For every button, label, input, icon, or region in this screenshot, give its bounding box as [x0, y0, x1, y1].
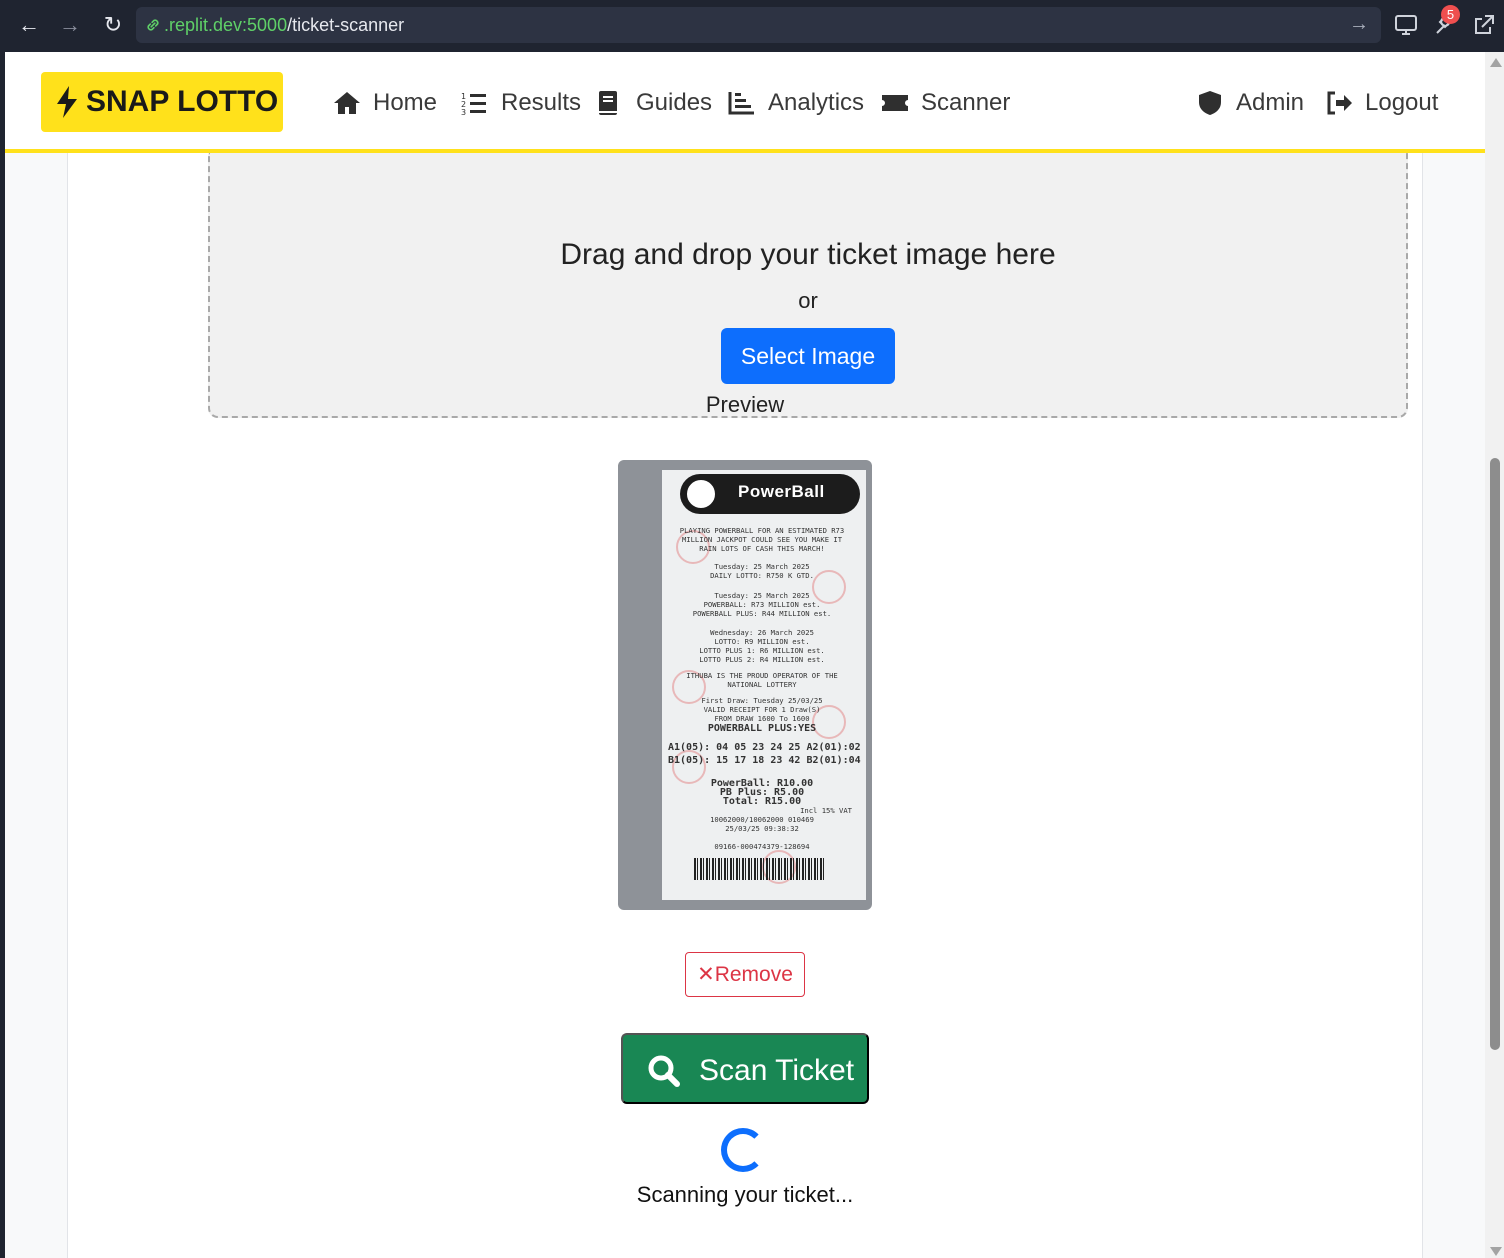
receipt-line: B1(05): 15 17 18 23 42 B2(01):04 [668, 755, 861, 766]
ticket-icon [882, 95, 908, 111]
receipt-line: MILLION JACKPOT COULD SEE YOU MAKE IT [681, 535, 843, 544]
receipt-line: DAILY LOTTO: R750 K GTD. [710, 571, 814, 580]
svg-text:3: 3 [461, 108, 466, 116]
page-viewport: Drag and drop your ticket image here or … [5, 52, 1485, 1258]
receipt-line: POWERBALL: R73 MILLION est. [703, 600, 821, 609]
powerball-logo-text: PowerBall [738, 482, 825, 501]
brand-logo[interactable]: SNAP LOTTO [41, 72, 283, 132]
scroll-down-icon[interactable] [1490, 1247, 1502, 1256]
receipt-line: LOTTO PLUS 2: R4 MILLION est. [699, 655, 825, 664]
main-navbar: SNAP LOTTO Home 123 Results Guides Analy… [5, 52, 1485, 153]
shield-icon [1199, 91, 1221, 115]
chart-line-icon [728, 92, 754, 115]
link-icon [147, 19, 159, 31]
receipt-line: Wednesday: 26 March 2025 [710, 628, 814, 637]
receipt-line: Tuesday: 25 March 2025 [714, 591, 810, 600]
address-bar[interactable]: .replit.dev:5000/ticket-scanner → [136, 7, 1381, 43]
receipt-line: 25/03/25 09:38:32 [725, 824, 799, 833]
scan-ticket-label: Scan Ticket [699, 1054, 855, 1087]
scrollbar-thumb[interactable] [1490, 458, 1500, 1050]
receipt-line: A1(05): 04 05 23 24 25 A2(01):02 [668, 742, 861, 753]
receipt-line: Incl 15% VAT [800, 806, 852, 815]
receipt-line: PLAYING POWERBALL FOR AN ESTIMATED R73 [679, 526, 845, 535]
go-arrow-icon[interactable]: → [1349, 13, 1369, 36]
drop-zone-text: Drag and drop your ticket image here [560, 238, 1056, 271]
ticket-preview-image: PowerBall PLAYING POWERBALL FOR AN ESTIM… [618, 460, 872, 910]
close-icon: ✕ [697, 963, 715, 986]
drop-zone[interactable]: Drag and drop your ticket image here or … [208, 152, 1408, 418]
powerball-header: PowerBall [680, 474, 860, 514]
home-icon [334, 92, 360, 114]
vertical-scrollbar[interactable] [1485, 52, 1504, 1258]
browser-toolbar: ← → ↻ .replit.dev:5000/ticket-scanner → … [0, 0, 1504, 52]
search-icon [648, 1055, 680, 1087]
receipt-line: 09166-000474379-128694 [714, 842, 810, 851]
receipt-line: Tuesday: 25 March 2025 [714, 562, 810, 571]
receipt-line: First Draw: Tuesday 25/03/25 [701, 696, 823, 705]
scan-ticket-button[interactable]: Scan Ticket [621, 1033, 869, 1104]
loading-spinner [721, 1128, 765, 1172]
sign-out-icon [1327, 91, 1352, 115]
bolt-icon [57, 86, 77, 118]
receipt-line: LOTTO PLUS 1: R6 MILLION est. [699, 646, 825, 655]
select-image-button[interactable]: Select Image [721, 328, 895, 384]
forward-icon[interactable]: → [55, 10, 85, 40]
receipt-line: NATIONAL LOTTERY [727, 680, 797, 689]
national-lottery-logo [684, 477, 718, 511]
external-link-icon[interactable] [1471, 12, 1497, 38]
list-ol-icon: 123 [461, 92, 486, 116]
book-icon [599, 91, 617, 115]
preview-label: Preview [705, 392, 785, 417]
url-text: .replit.dev:5000/ticket-scanner [164, 15, 405, 35]
receipt-line: ITHUBA IS THE PROUD OPERATOR OF THE [686, 671, 838, 680]
receipt-line: VALID RECEIPT FOR 1 Draw(S) [703, 705, 821, 714]
receipt-line: RAIN LOTS OF CASH THIS MARCH! [699, 544, 825, 553]
remove-button[interactable]: ✕Remove [685, 952, 805, 997]
receipt-line: LOTTO: R9 MILLION est. [714, 637, 810, 646]
back-icon[interactable]: ← [14, 10, 44, 40]
brand-name: SNAP LOTTO [86, 85, 279, 118]
reload-icon[interactable]: ↻ [98, 10, 128, 40]
barcode [694, 858, 826, 880]
receipt-line: POWERBALL PLUS:YES [707, 723, 817, 734]
receipt-line: 10062000/10062000 010469 [710, 815, 814, 824]
extensions-badge: 5 [1441, 5, 1460, 24]
drop-zone-or: or [798, 288, 818, 313]
scanning-status-text: Scanning your ticket... [636, 1182, 854, 1207]
monitor-icon[interactable] [1393, 12, 1419, 38]
receipt-line: FROM DRAW 1600 To 1600 [714, 714, 810, 723]
receipt-paper: PowerBall PLAYING POWERBALL FOR AN ESTIM… [662, 470, 866, 900]
scroll-up-icon[interactable] [1490, 58, 1502, 67]
receipt-line: POWERBALL PLUS: R44 MILLION est. [692, 609, 832, 618]
